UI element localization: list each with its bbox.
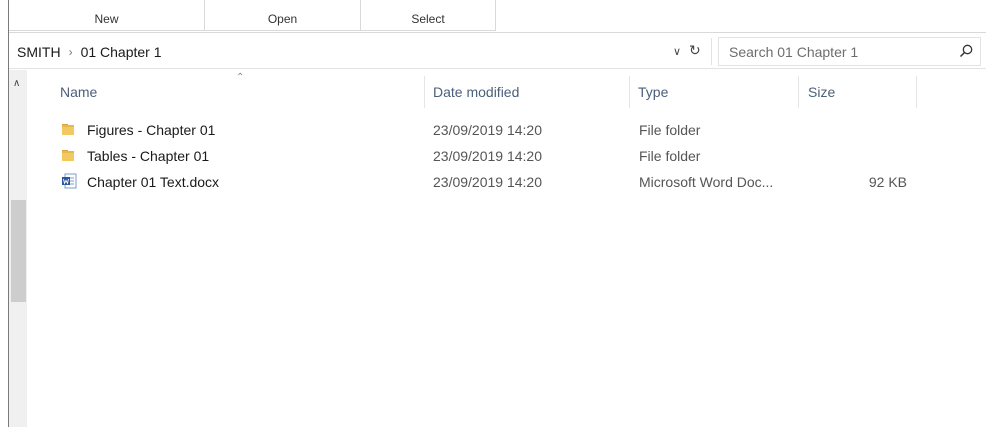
file-name: Tables - Chapter 01 bbox=[87, 148, 210, 164]
column-divider[interactable] bbox=[916, 76, 917, 108]
column-header-type[interactable]: Type bbox=[638, 84, 668, 100]
column-divider[interactable] bbox=[629, 76, 630, 108]
file-name: Chapter 01 Text.docx bbox=[87, 174, 220, 190]
breadcrumb-item-smith[interactable]: SMITH bbox=[17, 44, 61, 60]
word-document-icon bbox=[62, 173, 77, 189]
divider bbox=[711, 38, 712, 65]
column-header-name[interactable]: Name bbox=[60, 84, 97, 100]
list-item[interactable]: Figures - Chapter 01 23/09/2019 14:20 Fi… bbox=[27, 117, 986, 143]
breadcrumb-item-chapter[interactable]: 01 Chapter 1 bbox=[81, 44, 162, 60]
file-type: File folder bbox=[639, 148, 701, 164]
column-header-date-modified[interactable]: Date modified bbox=[433, 84, 519, 100]
file-date-modified: 23/09/2019 14:20 bbox=[433, 122, 542, 138]
file-type: File folder bbox=[639, 122, 701, 138]
file-explorer-window: New Open Select SMITH › 01 Chapter 1 ∨ ↻… bbox=[8, 0, 986, 427]
column-divider[interactable] bbox=[798, 76, 799, 108]
list-item[interactable]: Chapter 01 Text.docx 23/09/2019 14:20 Mi… bbox=[27, 169, 986, 195]
search-input[interactable] bbox=[729, 43, 949, 61]
file-date-modified: 23/09/2019 14:20 bbox=[433, 148, 542, 164]
sort-ascending-icon: ⌃ bbox=[236, 72, 245, 83]
file-type: Microsoft Word Doc... bbox=[639, 174, 774, 190]
file-date-modified: 23/09/2019 14:20 bbox=[433, 174, 542, 190]
ribbon: New Open Select bbox=[9, 0, 986, 31]
ribbon-group-open[interactable]: Open bbox=[205, 0, 361, 31]
folder-icon bbox=[62, 150, 74, 161]
column-divider[interactable] bbox=[424, 76, 425, 108]
column-header: ⌃ Name Date modified Type Size bbox=[27, 70, 986, 108]
folder-icon bbox=[62, 124, 74, 135]
search-icon[interactable] bbox=[958, 43, 974, 59]
file-size: 92 KB bbox=[868, 174, 907, 190]
scroll-up-icon[interactable]: ∧ bbox=[13, 78, 20, 89]
file-name: Figures - Chapter 01 bbox=[87, 122, 216, 138]
list-item[interactable]: Tables - Chapter 01 23/09/2019 14:20 Fil… bbox=[27, 143, 986, 169]
scrollbar-thumb[interactable] bbox=[11, 200, 26, 302]
breadcrumb-chevron-icon[interactable]: › bbox=[69, 45, 73, 59]
column-header-size[interactable]: Size bbox=[808, 84, 835, 100]
search-box[interactable] bbox=[718, 37, 981, 66]
address-bar[interactable]: SMITH › 01 Chapter 1 ∨ ↻ bbox=[9, 32, 986, 69]
refresh-icon[interactable]: ↻ bbox=[689, 42, 701, 59]
chevron-down-icon[interactable]: ∨ bbox=[673, 45, 681, 58]
breadcrumb[interactable]: SMITH › 01 Chapter 1 bbox=[17, 44, 162, 60]
navigation-scrollbar[interactable]: ∧ bbox=[9, 70, 27, 427]
ribbon-group-new[interactable]: New bbox=[9, 0, 205, 31]
ribbon-group-select[interactable]: Select bbox=[361, 0, 496, 31]
